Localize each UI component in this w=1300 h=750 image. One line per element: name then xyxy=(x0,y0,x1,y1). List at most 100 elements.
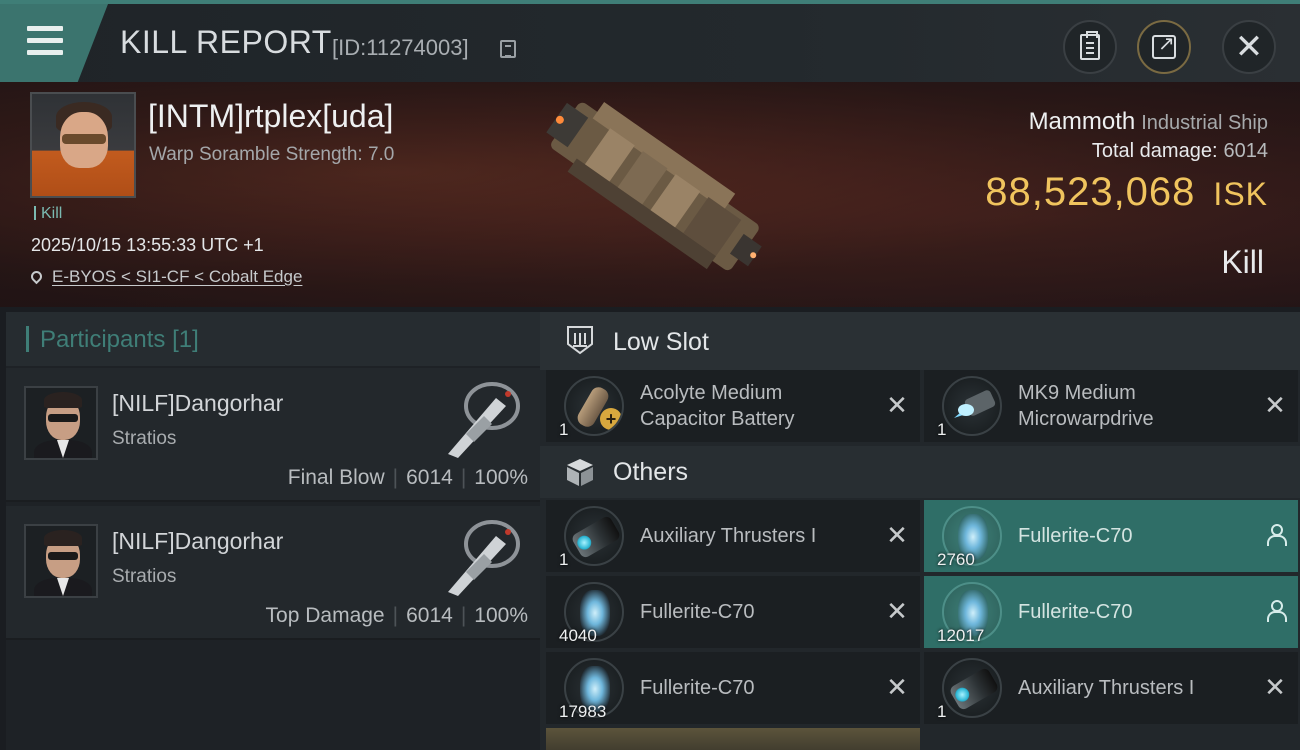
item-name: MK9 Medium Microwarpdrive xyxy=(1018,370,1248,442)
participant-damage: 6014 xyxy=(406,604,453,627)
cargo-item[interactable]: 12017 Fullerite-C70 xyxy=(924,576,1298,648)
participant-name[interactable]: [NILF]Dangorhar xyxy=(112,528,283,555)
close-button[interactable]: ✕ xyxy=(1222,20,1276,74)
item-name-line2: Microwarpdrive xyxy=(1018,408,1154,430)
item-name: Acolyte Medium Capacitor Battery xyxy=(640,370,870,442)
participant-ship-icon[interactable] xyxy=(436,374,526,464)
participant-ship: Stratios xyxy=(112,566,177,587)
item-name: Auxiliary Thrusters I xyxy=(640,525,817,547)
item-quantity: 17983 xyxy=(559,702,607,721)
kill-location[interactable]: E-BYOS < SI1-CF < Cobalt Edge xyxy=(28,267,302,287)
destroyed-icon: ✕ xyxy=(886,672,908,702)
participant-percent: 100% xyxy=(474,466,528,489)
partially-visible-item[interactable] xyxy=(546,728,920,750)
participant-role: Final Blow xyxy=(287,466,385,489)
module-item[interactable]: + 1 Acolyte Medium Capacitor Battery ✕ xyxy=(546,370,920,442)
low-slot-header: Low Slot xyxy=(540,312,1300,370)
destroyed-icon: ✕ xyxy=(1264,672,1286,702)
avatar-hair xyxy=(44,530,82,546)
item-name: Fullerite-C70 xyxy=(640,677,755,699)
destroyed-icon: ✕ xyxy=(886,390,908,420)
victim-pilot-name[interactable]: [INTM]rtplex[uda] xyxy=(148,98,393,135)
thruster-shape xyxy=(948,666,1000,712)
item-name: Fullerite-C70 xyxy=(1018,601,1133,623)
item-quantity: 1 xyxy=(559,550,569,569)
victim-ship-name[interactable]: Mammoth Industrial Ship xyxy=(1029,108,1268,136)
cargo-item[interactable]: 1 Auxiliary Thrusters I ✕ xyxy=(546,500,920,572)
victim-portrait[interactable] xyxy=(30,92,136,198)
item-quantity: 1 xyxy=(559,420,569,439)
item-name-line1: Acolyte Medium xyxy=(640,382,783,404)
microwarpdrive-shape xyxy=(954,390,996,418)
copy-id-icon[interactable] xyxy=(500,40,516,58)
participant-damage: 6014 xyxy=(406,466,453,489)
item-quantity: 4040 xyxy=(559,626,597,645)
isk-unit: ISK xyxy=(1213,176,1268,212)
thruster-icon xyxy=(942,658,1002,718)
menu-button[interactable] xyxy=(0,4,108,82)
participant-role: Top Damage xyxy=(265,604,385,627)
stats-separator: | xyxy=(460,604,467,627)
participant-name[interactable]: [NILF]Dangorhar xyxy=(112,390,283,417)
isk-value: 88,523,068 ISK xyxy=(985,170,1268,215)
notes-button[interactable] xyxy=(1063,20,1117,74)
others-title: Others xyxy=(613,458,689,486)
close-icon: ✕ xyxy=(1234,28,1264,66)
item-quantity: 12017 xyxy=(937,626,985,645)
ship-class: Industrial Ship xyxy=(1141,112,1268,134)
person-icon xyxy=(1266,600,1287,622)
portrait-glasses xyxy=(62,134,106,144)
report-id: [ID:11274003] xyxy=(332,35,469,60)
fitting-panel: Low Slot + 1 Acolyte Medium Capacitor Bat… xyxy=(540,312,1300,750)
dropped-person-icon[interactable] xyxy=(1264,522,1287,548)
kill-type-label: Kill xyxy=(1221,244,1264,280)
isk-amount: 88,523,068 xyxy=(985,170,1196,214)
participant-card[interactable]: [NILF]Dangorhar Stratios Final Blow | 6014… xyxy=(6,368,540,502)
clipboard-icon xyxy=(1080,31,1100,60)
participant-card[interactable]: [NILF]Dangorhar Stratios Top Damage | 6014… xyxy=(6,506,540,640)
share-icon xyxy=(1152,31,1176,59)
others-header: Others xyxy=(540,446,1300,498)
item-quantity: 2760 xyxy=(937,550,975,569)
ship-name: Mammoth xyxy=(1028,108,1136,135)
victim-banner: [INTM]rtplex[uda] Warp Soramble Strength… xyxy=(0,82,1300,307)
thruster-icon xyxy=(564,506,624,566)
participant-stats: Final Blow | 6014 | 100% xyxy=(288,466,528,490)
cargo-item[interactable]: 4040 Fullerite-C70 ✕ xyxy=(546,576,920,648)
participant-stats: Top Damage | 6014 | 100% xyxy=(266,604,528,628)
avatar[interactable] xyxy=(24,524,98,598)
participant-ship: Stratios xyxy=(112,428,177,449)
avatar-shades xyxy=(48,414,78,422)
avatar-shades xyxy=(48,552,78,560)
stats-separator: | xyxy=(392,466,399,489)
kill-timestamp: 2025/10/15 13:55:33 UTC +1 xyxy=(31,235,264,255)
thruster-shape xyxy=(570,514,622,560)
participant-ship-icon[interactable] xyxy=(436,512,526,602)
participants-panel: Participants [1] [NILF]Dangorhar Stratio… xyxy=(6,312,540,750)
module-item[interactable]: 1 MK9 Medium Microwarpdrive ✕ xyxy=(924,370,1298,442)
location-link[interactable]: E-BYOS < SI1-CF < Cobalt Edge xyxy=(52,267,302,286)
item-quantity: 1 xyxy=(937,702,947,721)
destroyed-icon: ✕ xyxy=(1264,390,1286,420)
share-button[interactable] xyxy=(1137,20,1191,74)
item-name-line2: Capacitor Battery xyxy=(640,408,795,430)
person-icon xyxy=(1266,524,1287,546)
warp-scramble-strength: Warp Soramble Strength: 7.0 xyxy=(149,144,395,165)
item-quantity: 1 xyxy=(937,420,947,439)
kill-tag: Kill xyxy=(34,205,62,223)
header-bar: KILL REPORT [ID:11274003] ✕ xyxy=(0,0,1300,82)
cargo-item[interactable]: 17983 Fullerite-C70 ✕ xyxy=(546,652,920,724)
dropped-person-icon[interactable] xyxy=(1264,598,1287,624)
menu-icon xyxy=(27,26,63,31)
fitted-badge: + xyxy=(600,408,622,430)
menu-icon-bar xyxy=(27,50,63,55)
header-accent-bar xyxy=(26,326,29,352)
victim-ship-image xyxy=(546,102,762,271)
item-name: Fullerite-C70 xyxy=(1018,525,1133,547)
cargo-item[interactable]: 1 Auxiliary Thrusters I ✕ xyxy=(924,652,1298,724)
participants-count: [1] xyxy=(172,326,199,353)
avatar[interactable] xyxy=(24,386,98,460)
cargo-item[interactable]: 2760 Fullerite-C70 xyxy=(924,500,1298,572)
total-damage-label: Total damage: xyxy=(1091,140,1218,162)
participants-title: Participants [1] xyxy=(40,326,199,354)
